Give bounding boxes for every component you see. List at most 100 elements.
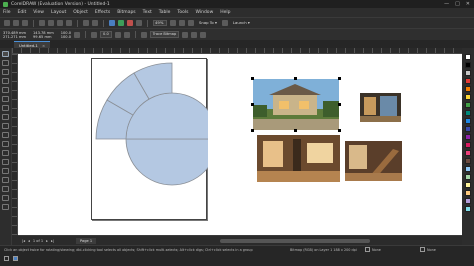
palette-swatch[interactable]: [465, 206, 471, 212]
fill-indicator[interactable]: None: [365, 247, 381, 252]
palette-swatch[interactable]: [465, 62, 471, 68]
zoom-level-field[interactable]: 49%: [153, 20, 167, 26]
launch-dropdown[interactable]: Launch ▾: [231, 20, 252, 26]
tab-untitled-1[interactable]: Untitled-1 ×: [14, 41, 51, 48]
color-profile-icon[interactable]: [13, 256, 18, 261]
options-gear-icon[interactable]: [221, 20, 228, 26]
selection-handle-mr[interactable]: [338, 103, 341, 106]
palette-swatch[interactable]: [465, 182, 471, 188]
palette-swatch[interactable]: [465, 110, 471, 116]
shape-tool-icon[interactable]: [2, 60, 9, 66]
horizontal-scrollbar[interactable]: [220, 238, 371, 243]
publish-pdf-icon[interactable]: [136, 20, 142, 26]
search-content-icon[interactable]: [109, 20, 115, 26]
smart-fill-tool-icon[interactable]: [2, 195, 9, 201]
print-icon[interactable]: [39, 20, 45, 26]
lower-half-disc-shape[interactable]: [125, 138, 219, 186]
menu-window[interactable]: Window: [196, 10, 214, 15]
new-document-icon[interactable]: [4, 20, 10, 26]
menu-file[interactable]: File: [3, 10, 11, 15]
palette-swatch[interactable]: [465, 158, 471, 164]
menu-text[interactable]: Text: [143, 10, 152, 15]
transparency-tool-icon[interactable]: [2, 168, 9, 174]
paste-icon[interactable]: [66, 20, 72, 26]
save-icon[interactable]: [22, 20, 28, 26]
lock-ratio-icon[interactable]: [74, 31, 81, 38]
import-icon[interactable]: [118, 20, 124, 26]
menu-object[interactable]: Object: [73, 10, 88, 15]
menu-effects[interactable]: Effects: [95, 10, 110, 15]
palette-swatch[interactable]: [465, 54, 471, 60]
undo-icon[interactable]: [83, 20, 89, 26]
palette-swatch[interactable]: [465, 86, 471, 92]
minimize-button[interactable]: —: [444, 1, 449, 7]
selection-handle-tl[interactable]: [251, 77, 254, 80]
interactive-fill-tool-icon[interactable]: [2, 186, 9, 192]
palette-swatch[interactable]: [465, 174, 471, 180]
selection-handle-tr[interactable]: [338, 77, 341, 80]
page-tab[interactable]: Page 1: [75, 237, 97, 244]
selection-handle-ml[interactable]: [251, 103, 254, 106]
to-front-icon[interactable]: [191, 31, 198, 38]
to-back-icon[interactable]: [200, 31, 207, 38]
cut-icon[interactable]: [48, 20, 54, 26]
close-button[interactable]: ✕: [466, 1, 470, 7]
drop-shadow-tool-icon[interactable]: [2, 159, 9, 165]
outline-indicator[interactable]: None: [420, 247, 436, 252]
menu-bitmaps[interactable]: Bitmaps: [117, 10, 135, 15]
palette-swatch[interactable]: [465, 94, 471, 100]
rotate-icon[interactable]: [91, 31, 98, 38]
palette-swatch[interactable]: [465, 134, 471, 140]
ellipse-tool-icon[interactable]: [2, 114, 9, 120]
palette-swatch[interactable]: [465, 190, 471, 196]
height-field[interactable]: 99.65 mm: [33, 35, 54, 39]
maximize-button[interactable]: □: [455, 1, 460, 7]
palette-swatch[interactable]: [465, 70, 471, 76]
edit-bitmap-icon[interactable]: [140, 31, 147, 38]
rectangle-tool-icon[interactable]: [2, 105, 9, 111]
palette-swatch[interactable]: [465, 126, 471, 132]
pick-tool-icon[interactable]: [2, 51, 9, 57]
open-icon[interactable]: [13, 20, 19, 26]
palette-swatch[interactable]: [465, 142, 471, 148]
copy-icon[interactable]: [57, 20, 63, 26]
menu-layout[interactable]: Layout: [51, 10, 66, 15]
palette-swatch[interactable]: [465, 198, 471, 204]
selection-handle-br[interactable]: [338, 129, 341, 132]
bitmap-staircase[interactable]: [345, 141, 402, 181]
crop-tool-icon[interactable]: [2, 69, 9, 75]
polygon-tool-icon[interactable]: [2, 123, 9, 129]
palette-swatch[interactable]: [465, 150, 471, 156]
menu-view[interactable]: View: [33, 10, 44, 15]
palette-swatch[interactable]: [465, 78, 471, 84]
palette-swatch[interactable]: [465, 118, 471, 124]
rotation-angle-field[interactable]: 0.0: [100, 31, 112, 38]
menu-edit[interactable]: Edit: [18, 10, 27, 15]
bitmap-interior[interactable]: [257, 135, 340, 182]
connector-tool-icon[interactable]: [2, 150, 9, 156]
add-tool-icon[interactable]: [2, 204, 9, 210]
prev-page-icon[interactable]: ◂: [28, 239, 30, 243]
scale-height-field[interactable]: 100.0: [61, 35, 71, 39]
palette-swatch[interactable]: [465, 102, 471, 108]
selection-handle-tc[interactable]: [294, 77, 297, 80]
selection-handle-bl[interactable]: [251, 129, 254, 132]
full-screen-icon[interactable]: [170, 20, 176, 26]
redo-icon[interactable]: [92, 20, 98, 26]
palette-swatch[interactable]: [465, 166, 471, 172]
mirror-vertical-icon[interactable]: [123, 31, 130, 38]
rulers-icon[interactable]: [179, 20, 185, 26]
selection-handle-bc[interactable]: [294, 129, 297, 132]
bitmap-patio[interactable]: [360, 93, 401, 122]
text-tool-icon[interactable]: [2, 132, 9, 138]
menu-table[interactable]: Table: [159, 10, 171, 15]
menu-help[interactable]: Help: [220, 10, 230, 15]
selected-bitmap-house[interactable]: [253, 79, 339, 130]
first-page-icon[interactable]: |◂: [22, 239, 25, 243]
mirror-horizontal-icon[interactable]: [114, 31, 121, 38]
grid-icon[interactable]: [188, 20, 194, 26]
document-page[interactable]: [91, 58, 219, 220]
wrap-text-icon[interactable]: [182, 31, 189, 38]
snap-to-dropdown[interactable]: Snap To ▾: [197, 20, 219, 26]
last-page-icon[interactable]: ▸|: [51, 239, 54, 243]
